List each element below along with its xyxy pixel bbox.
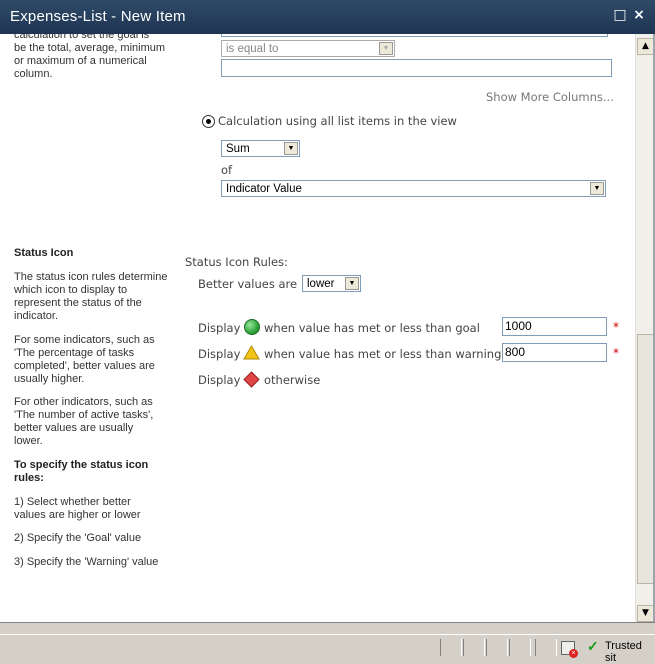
window-title: Expenses-List - New Item (10, 8, 186, 25)
goal-value-input[interactable]: 1000 (502, 317, 607, 336)
aggregate-select[interactable]: Sum ▼ (221, 140, 300, 157)
vertical-scrollbar[interactable]: ▲ ▼ (635, 34, 654, 622)
warning-value-input[interactable]: 800 (502, 343, 607, 362)
goal-description: calculation to set the goal is be the to… (14, 34, 166, 80)
otherwise-rule-text: otherwise (264, 373, 321, 387)
chevron-down-icon: ▼ (345, 277, 359, 290)
security-zone-text: Trusted sit (605, 640, 642, 664)
status-cell (535, 639, 557, 656)
status-icon-description-3: For other indicators, such as 'The numbe… (14, 396, 154, 447)
close-button[interactable]: × (632, 8, 646, 22)
rules-heading: To specify the status icon rules: (14, 459, 149, 484)
status-cell (486, 639, 508, 656)
scroll-down-arrow-icon[interactable]: ▼ (637, 605, 654, 622)
status-cell (463, 639, 485, 656)
step-1: 1) Select whether better values are high… (14, 496, 141, 521)
yellow-triangle-icon (243, 345, 260, 360)
status-icon-description-2: For some indicators, such as 'The percen… (14, 334, 155, 385)
calculation-radio-label: Calculation using all list items in the … (218, 114, 457, 128)
column-select[interactable]: Indicator Value ▼ (221, 180, 606, 197)
title-bar: Expenses-List - New Item □ × (0, 0, 655, 34)
step-2: 2) Specify the 'Goal' value (14, 532, 142, 544)
warning-required-mark: * (613, 346, 619, 360)
check-icon: ✓ (587, 638, 599, 654)
condition-value-input[interactable] (221, 59, 612, 77)
status-icon-rules-label: Status Icon Rules: (185, 255, 288, 269)
warning-rule-prefix: Display (198, 347, 241, 361)
calculation-radio[interactable] (202, 115, 215, 128)
dialog-content: calculation to set the goal is be the to… (0, 34, 635, 622)
blocked-content-icon[interactable]: × (561, 641, 578, 658)
cut-off-field (221, 34, 608, 37)
radio-dot-icon (206, 119, 211, 124)
status-cell (440, 639, 462, 656)
chevron-down-icon: ▼ (590, 182, 604, 195)
condition-select[interactable]: is equal to ▼ (221, 40, 395, 57)
status-icon-description-1: The status icon rules determine which ic… (14, 271, 168, 322)
status-cell (509, 639, 531, 656)
of-label: of (221, 163, 233, 177)
red-diamond-icon (243, 371, 260, 388)
better-values-label: Better values are (198, 277, 298, 291)
chevron-down-icon: ▼ (284, 142, 298, 155)
chevron-down-icon: ▼ (379, 42, 393, 55)
maximize-button[interactable]: □ (613, 8, 627, 22)
show-more-columns-link[interactable]: Show More Columns... (486, 90, 614, 104)
goal-required-mark: * (613, 320, 619, 334)
step-3: 3) Specify the 'Warning' value (14, 556, 159, 568)
goal-rule-prefix: Display (198, 321, 241, 335)
status-icon-heading: Status Icon (14, 247, 74, 259)
otherwise-rule-prefix: Display (198, 373, 241, 387)
green-circle-icon (244, 319, 260, 335)
scroll-up-arrow-icon[interactable]: ▲ (637, 38, 654, 55)
error-badge-icon: × (569, 649, 578, 658)
warning-rule-text: when value has met or less than warning (264, 347, 502, 361)
browser-status-bar: × ✓ Trusted sit (0, 634, 655, 664)
scrollbar-thumb[interactable] (637, 334, 654, 584)
better-values-select[interactable]: lower ▼ (302, 275, 361, 292)
goal-rule-text: when value has met or less than goal (264, 321, 480, 335)
dialog-window: Expenses-List - New Item □ × calculation… (0, 0, 655, 664)
